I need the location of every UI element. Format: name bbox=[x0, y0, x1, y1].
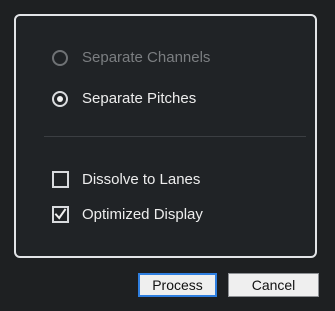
dissolve-to-lanes-label: Dissolve to Lanes bbox=[82, 171, 201, 188]
dissolve-to-lanes-option[interactable]: Dissolve to Lanes bbox=[52, 171, 200, 188]
checkmark-icon bbox=[54, 208, 67, 220]
cancel-button[interactable]: Cancel bbox=[228, 273, 319, 297]
optimized-display-checkbox[interactable] bbox=[52, 206, 69, 223]
separate-pitches-radio[interactable] bbox=[52, 90, 68, 107]
options-panel: Separate Channels Separate Pitches Disso… bbox=[14, 14, 317, 258]
dissolve-to-lanes-checkbox[interactable] bbox=[52, 171, 69, 188]
options-divider bbox=[44, 136, 306, 137]
separate-pitches-label: Separate Pitches bbox=[82, 90, 197, 107]
optimized-display-option[interactable]: Optimized Display bbox=[52, 206, 203, 223]
dissolve-part-dialog: Separate Channels Separate Pitches Disso… bbox=[0, 0, 335, 311]
separate-pitches-option[interactable]: Separate Pitches bbox=[52, 90, 196, 107]
process-button[interactable]: Process bbox=[138, 273, 217, 297]
radio-selected-dot bbox=[57, 95, 63, 102]
separate-channels-radio bbox=[52, 49, 68, 66]
separate-channels-option: Separate Channels bbox=[52, 49, 210, 66]
separate-channels-label: Separate Channels bbox=[82, 49, 211, 66]
optimized-display-label: Optimized Display bbox=[82, 206, 203, 223]
